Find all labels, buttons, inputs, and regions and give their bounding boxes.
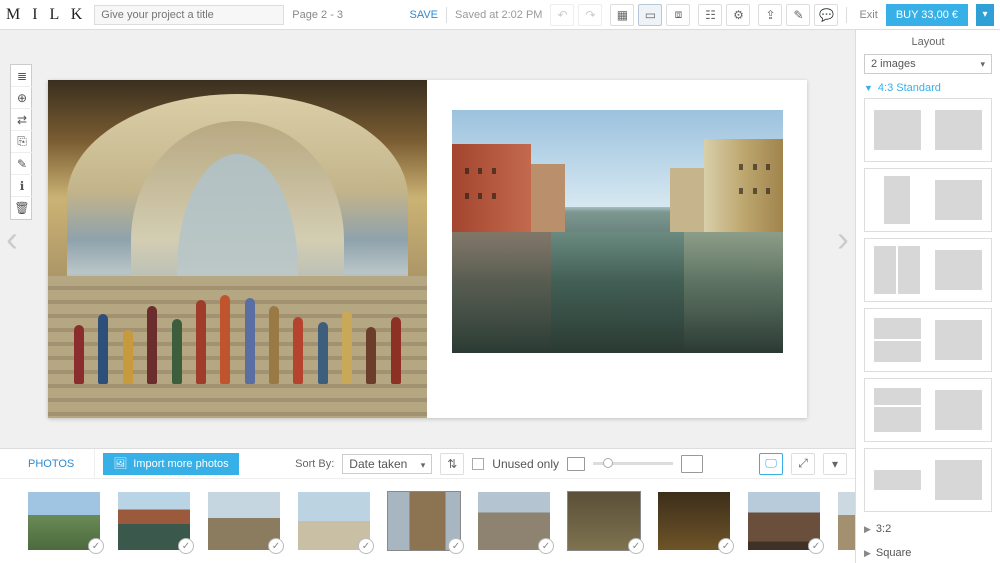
divider — [446, 7, 447, 23]
used-badge-icon: ✓ — [808, 538, 824, 554]
page-left[interactable] — [48, 80, 427, 418]
share-button[interactable]: ⇪ — [758, 4, 782, 26]
project-title-input[interactable] — [94, 5, 284, 25]
section-label: Square — [876, 547, 911, 559]
buy-button[interactable]: BUY 33,00 € — [886, 4, 968, 26]
used-badge-icon: ✓ — [448, 538, 464, 554]
used-badge-icon: ✓ — [718, 538, 734, 554]
layout-options[interactable] — [856, 98, 1000, 515]
next-page-arrow[interactable]: › — [837, 218, 849, 260]
sort-value: Date taken — [349, 457, 407, 471]
redo-button[interactable]: ↷ — [578, 4, 602, 26]
layout-panel: Layout 2 images ▼ 4:3 Standard ▶ 3:2 ▶ S… — [855, 30, 1000, 563]
prev-page-arrow[interactable]: ‹ — [6, 218, 18, 260]
caret-right-icon: ▶ — [864, 548, 871, 559]
thumb-large-icon[interactable] — [681, 455, 703, 473]
view-spread-button[interactable]: ▭ — [638, 4, 662, 26]
left-image[interactable] — [48, 80, 427, 418]
used-badge-icon: ✓ — [538, 538, 554, 554]
thumbnail[interactable]: ✓ — [28, 492, 100, 550]
thumbnail[interactable]: ✓ — [388, 492, 460, 550]
tool-info[interactable]: ℹ — [11, 175, 33, 197]
unused-only-checkbox[interactable] — [472, 458, 484, 470]
import-label: Import more photos — [133, 458, 228, 470]
thumb-size-slider[interactable] — [593, 462, 673, 465]
layout-option[interactable] — [864, 308, 992, 372]
guides-button[interactable]: ☷ — [698, 4, 722, 26]
sort-direction-button[interactable]: ⇅ — [440, 453, 464, 475]
layout-option[interactable] — [864, 98, 992, 162]
thumbnail[interactable]: ✓ — [748, 492, 820, 550]
sort-by-label: Sort By: — [295, 458, 334, 470]
photo-tray: PHOTOS 🖼 Import more photos Sort By: Dat… — [0, 448, 855, 563]
images-count-value: 2 images — [871, 58, 916, 70]
used-badge-icon: ✓ — [268, 538, 284, 554]
caret-down-icon: ▼ — [864, 83, 873, 93]
sort-select[interactable]: Date taken — [342, 454, 432, 474]
thumb-small-icon[interactable] — [567, 457, 585, 471]
section-label: 4:3 Standard — [878, 82, 941, 94]
tool-add-image[interactable]: ⊕ — [11, 87, 33, 109]
view-grid-button[interactable]: ▦ — [610, 4, 634, 26]
chevron-down-icon — [421, 457, 426, 471]
divider — [846, 7, 847, 23]
workspace: ≣ ⊕ ⇄ ⎘ ✎ ℹ 🗑 ‹ › — [0, 30, 855, 448]
page-indicator: Page 2 - 3 — [292, 9, 343, 21]
tool-delete[interactable]: 🗑 — [11, 197, 33, 219]
tray-expand-button[interactable]: ⤢ — [791, 453, 815, 475]
top-bar: M I L K Page 2 - 3 SAVE Saved at 2:02 PM… — [0, 0, 1000, 30]
section-32[interactable]: ▶ 3:2 — [856, 515, 1000, 539]
used-badge-icon: ✓ — [628, 538, 644, 554]
section-square[interactable]: ▶ Square — [856, 539, 1000, 563]
used-badge-icon: ✓ — [358, 538, 374, 554]
tray-toolbar: PHOTOS 🖼 Import more photos Sort By: Dat… — [0, 449, 855, 479]
undo-button[interactable]: ↶ — [550, 4, 574, 26]
tray-view-button[interactable]: 🖵 — [759, 453, 783, 475]
photos-tab[interactable]: PHOTOS — [8, 449, 95, 479]
thumbnails-strip[interactable]: ✓✓✓✓✓✓✓✓✓✓ — [0, 479, 855, 563]
saved-at-label: Saved at 2:02 PM — [455, 9, 542, 21]
layout-option[interactable] — [864, 378, 992, 442]
thumbnail[interactable]: ✓ — [568, 492, 640, 550]
layout-option[interactable] — [864, 238, 992, 302]
used-badge-icon: ✓ — [178, 538, 194, 554]
tool-copy[interactable]: ⎘ — [11, 131, 33, 153]
image-icon: 🖼 — [113, 457, 127, 470]
right-image[interactable] — [452, 110, 783, 353]
caret-right-icon: ▶ — [864, 524, 871, 535]
tools-palette: ≣ ⊕ ⇄ ⎘ ✎ ℹ 🗑 — [10, 64, 32, 220]
save-button[interactable]: SAVE — [409, 9, 438, 21]
thumbnail[interactable]: ✓ — [838, 492, 855, 550]
page-right[interactable] — [428, 80, 807, 418]
section-43-standard[interactable]: ▼ 4:3 Standard — [856, 74, 1000, 98]
unused-only-label: Unused only — [492, 457, 559, 471]
import-photos-button[interactable]: 🖼 Import more photos — [103, 453, 238, 475]
page-spread — [48, 80, 807, 418]
buy-dropdown[interactable]: ▾ — [976, 4, 994, 26]
tray-collapse-button[interactable]: ▾ — [823, 453, 847, 475]
settings-button[interactable]: ⚙ — [726, 4, 750, 26]
thumbnail[interactable]: ✓ — [658, 492, 730, 550]
chevron-down-icon — [980, 58, 985, 70]
used-badge-icon: ✓ — [88, 538, 104, 554]
thumbnail[interactable]: ✓ — [208, 492, 280, 550]
comments-button[interactable]: ✎ — [786, 4, 810, 26]
tool-text[interactable]: ≣ — [11, 65, 33, 87]
tool-swap[interactable]: ⇄ — [11, 109, 33, 131]
chat-button[interactable]: 💬 — [814, 4, 838, 26]
layout-option[interactable] — [864, 448, 992, 512]
thumbnail[interactable]: ✓ — [118, 492, 190, 550]
layout-option[interactable] — [864, 168, 992, 232]
exit-link[interactable]: Exit — [859, 9, 877, 21]
section-label: 3:2 — [876, 523, 891, 535]
logo: M I L K — [6, 6, 86, 24]
panel-title: Layout — [856, 30, 1000, 54]
view-book-button[interactable]: ⧈ — [666, 4, 690, 26]
thumbnail[interactable]: ✓ — [298, 492, 370, 550]
thumbnail[interactable]: ✓ — [478, 492, 550, 550]
tool-edit[interactable]: ✎ — [11, 153, 33, 175]
images-count-select[interactable]: 2 images — [864, 54, 992, 74]
